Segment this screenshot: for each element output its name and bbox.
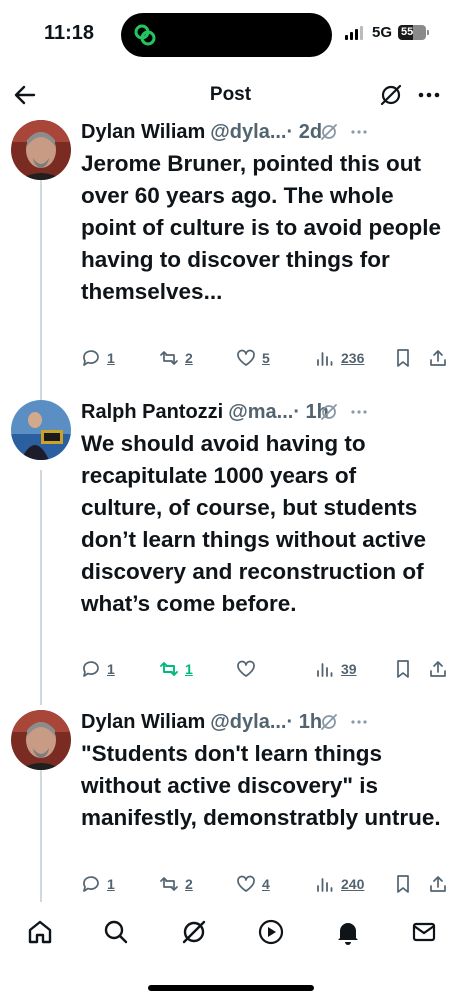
bookmark-icon xyxy=(397,349,409,367)
reply-count: 1 xyxy=(107,661,115,677)
search-icon[interactable] xyxy=(102,918,130,946)
share-icon xyxy=(430,876,446,892)
view-count: 236 xyxy=(341,350,365,366)
reply-icon xyxy=(83,876,99,892)
reply-icon xyxy=(83,350,99,366)
tweet-actions: 1 2 4 240 xyxy=(81,872,453,896)
views-button[interactable]: 39 xyxy=(315,657,357,681)
battery-cap xyxy=(427,30,429,35)
grok-icon[interactable] xyxy=(319,122,339,142)
status-time: 11:18 xyxy=(44,22,95,44)
share-button[interactable] xyxy=(428,872,448,896)
share-icon xyxy=(430,661,446,677)
home-icon[interactable] xyxy=(26,918,54,946)
bookmark-icon xyxy=(397,660,409,678)
like-count: 5 xyxy=(262,350,270,366)
tweet-header: Dylan Wiliam @dyla... · 2d xyxy=(81,118,453,146)
timestamp[interactable]: · 2d xyxy=(287,121,323,144)
user-handle[interactable]: @dyla... xyxy=(210,711,286,734)
reply-button[interactable]: 1 xyxy=(81,346,115,370)
reply-count: 1 xyxy=(107,876,115,892)
grok-icon[interactable] xyxy=(319,402,339,422)
home-indicator[interactable] xyxy=(148,985,314,991)
reply-count: 1 xyxy=(107,350,115,366)
avatar[interactable] xyxy=(11,400,71,460)
display-name[interactable]: Dylan Wiliam xyxy=(81,711,205,734)
grok-icon[interactable] xyxy=(378,82,404,108)
like-icon xyxy=(237,660,255,677)
view-count: 240 xyxy=(341,876,365,892)
link-app-icon xyxy=(134,24,156,46)
status-bar: 11:18 5G 55 xyxy=(0,0,461,62)
timestamp[interactable]: · 1h xyxy=(287,711,323,734)
repost-icon xyxy=(160,662,178,676)
tweet-actions: 1 2 5 236 xyxy=(81,346,453,370)
tweet-actions: 1 1 39 xyxy=(81,657,453,681)
more-icon[interactable] xyxy=(349,712,369,732)
tweet-text: We should avoid having to recapitulate 1… xyxy=(81,431,427,616)
display-name[interactable]: Ralph Pantozzi xyxy=(81,401,223,424)
repost-button[interactable]: 2 xyxy=(159,872,193,896)
tweet-text: "Students don't learn things without act… xyxy=(81,741,441,830)
bookmark-icon xyxy=(397,875,409,893)
repost-count: 2 xyxy=(185,350,193,366)
share-button[interactable] xyxy=(428,346,448,370)
signal-icon xyxy=(345,26,363,40)
battery-level: 55 xyxy=(401,26,414,38)
network-type: 5G xyxy=(372,24,393,41)
reply-icon xyxy=(83,661,99,677)
share-icon xyxy=(430,350,446,366)
tweet-header: Dylan Wiliam @dyla... · 1h xyxy=(81,708,453,736)
dynamic-island[interactable] xyxy=(121,13,332,57)
notifications-icon[interactable] xyxy=(334,918,362,946)
more-icon[interactable] xyxy=(349,402,369,422)
share-button[interactable] xyxy=(428,657,448,681)
like-icon xyxy=(237,349,255,366)
view-count: 39 xyxy=(341,661,357,677)
like-button[interactable]: 5 xyxy=(236,346,270,370)
user-handle[interactable]: @dyla... xyxy=(210,121,286,144)
repost-icon xyxy=(160,877,178,891)
avatar[interactable] xyxy=(11,710,71,770)
repost-count: 1 xyxy=(185,661,193,677)
like-button[interactable]: 4 xyxy=(236,872,270,896)
post-thread[interactable]: Dylan Wiliam @dyla... · 2d Jerome Bruner… xyxy=(0,110,461,902)
bookmark-button[interactable] xyxy=(393,872,413,896)
tweet-header: Ralph Pantozzi @ma... · 1h xyxy=(81,398,453,426)
views-button[interactable]: 236 xyxy=(315,346,364,370)
thread-line xyxy=(40,770,42,902)
reply-button[interactable]: 1 xyxy=(81,872,115,896)
more-icon[interactable] xyxy=(349,122,369,142)
grok-icon[interactable] xyxy=(180,918,208,946)
avatar[interactable] xyxy=(11,120,71,180)
display-name[interactable]: Dylan Wiliam xyxy=(81,121,205,144)
grok-icon[interactable] xyxy=(319,712,339,732)
repost-icon xyxy=(160,351,178,365)
views-icon xyxy=(317,663,333,677)
repost-button[interactable]: 2 xyxy=(159,346,193,370)
views-button[interactable]: 240 xyxy=(315,872,364,896)
tweet-text: Jerome Bruner, pointed this out over 60 … xyxy=(81,151,442,304)
repost-button[interactable]: 1 xyxy=(159,657,193,681)
bookmark-button[interactable] xyxy=(393,346,413,370)
bookmark-button[interactable] xyxy=(393,657,413,681)
user-handle[interactable]: @ma... xyxy=(228,401,293,424)
repost-count: 2 xyxy=(185,876,193,892)
thread-line xyxy=(40,470,42,705)
like-button[interactable] xyxy=(236,657,262,681)
views-icon xyxy=(317,878,333,892)
like-icon xyxy=(237,875,255,892)
battery-icon: 55 xyxy=(398,25,426,40)
reply-button[interactable]: 1 xyxy=(81,657,115,681)
views-icon xyxy=(317,352,333,366)
like-count: 4 xyxy=(262,876,270,892)
messages-icon[interactable] xyxy=(410,918,438,946)
play-icon[interactable] xyxy=(257,918,285,946)
more-icon[interactable] xyxy=(416,82,442,108)
thread-line xyxy=(40,180,42,415)
